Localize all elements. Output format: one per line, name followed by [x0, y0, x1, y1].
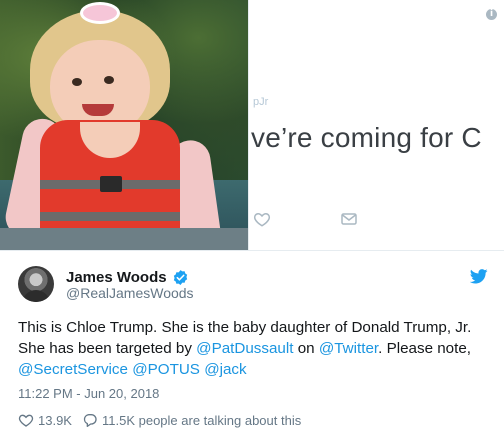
like-count[interactable]: 13.9K: [38, 413, 72, 428]
media-divider: [0, 250, 504, 251]
tweet-screenshot-image[interactable]: i pJr ve’re coming for C: [248, 0, 504, 250]
tweet-timestamp[interactable]: 11:22 PM - Jun 20, 2018: [18, 386, 159, 401]
photo-boat-edge: [0, 228, 248, 250]
tweet-text: This is Chloe Trump. She is the baby dau…: [18, 317, 494, 380]
mention-link[interactable]: @Twitter: [319, 340, 378, 357]
photo-eye: [72, 78, 82, 86]
photo-eye: [104, 76, 114, 84]
photo-buckle: [100, 176, 122, 192]
heart-icon[interactable]: [18, 412, 34, 428]
screenshot-mail-icon: [341, 213, 357, 225]
screenshot-heart-icon: [253, 212, 271, 227]
child-photo[interactable]: [0, 0, 248, 250]
tweet-actions: 13.9K 11.5K people are talking about thi…: [18, 411, 301, 429]
info-icon[interactable]: i: [486, 9, 497, 20]
author-name-row[interactable]: James Woods: [66, 268, 189, 286]
photo-hair-bow: [80, 2, 120, 24]
tweet-text-segment: . Please note,: [378, 340, 472, 357]
screenshot-handle-fragment: pJr: [253, 96, 269, 108]
tweet-text-segment: on: [293, 340, 319, 357]
reply-bubble-icon[interactable]: [82, 412, 98, 428]
conversation-summary[interactable]: 11.5K people are talking about this: [102, 413, 301, 428]
tweet-media[interactable]: i pJr ve’re coming for C: [0, 0, 504, 250]
twitter-bird-icon[interactable]: [470, 269, 488, 284]
avatar-figure: [22, 290, 50, 302]
mention-link[interactable]: @jack: [204, 361, 246, 378]
mention-link[interactable]: @POTUS: [132, 361, 200, 378]
photo-vest-strap: [40, 212, 180, 221]
mention-link[interactable]: @SecretService: [18, 361, 128, 378]
avatar[interactable]: [18, 266, 54, 302]
verified-badge-icon: [173, 269, 187, 285]
author-display-name[interactable]: James Woods: [66, 269, 167, 286]
screenshot-text-fragment: ve’re coming for C: [251, 122, 482, 153]
mention-link[interactable]: @PatDussault: [196, 340, 293, 357]
author-handle[interactable]: @RealJamesWoods: [66, 285, 194, 301]
